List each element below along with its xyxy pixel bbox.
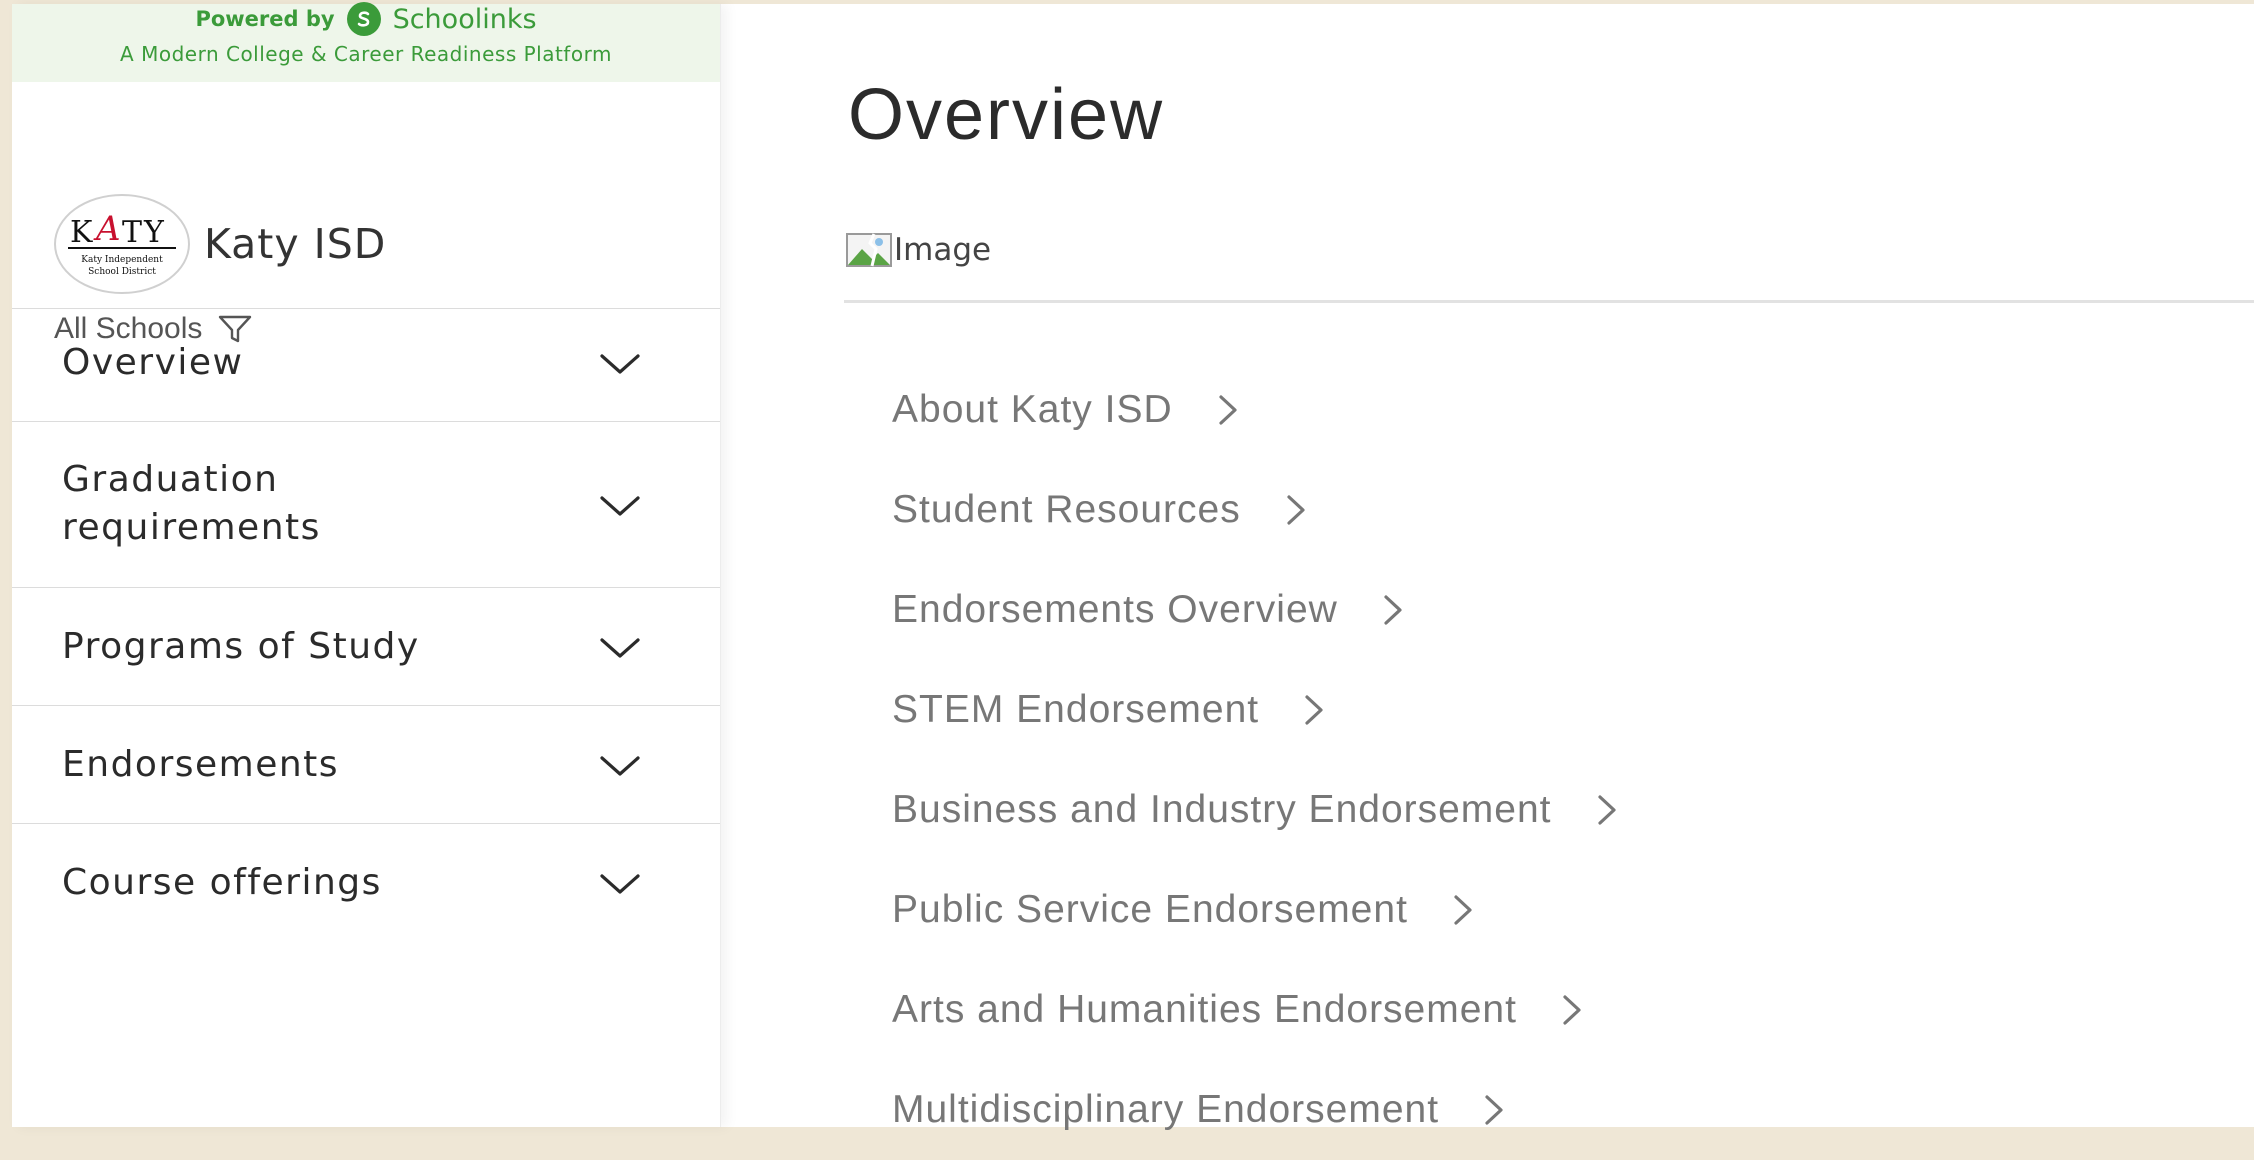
brand-name[interactable]: Schoolinks bbox=[393, 4, 537, 35]
schoolinks-logo-icon bbox=[346, 2, 381, 36]
chevron-right-icon bbox=[1287, 495, 1305, 525]
link-public-service-endorsement[interactable]: Public Service Endorsement bbox=[892, 860, 1618, 960]
link-about-katy-isd[interactable]: About Katy ISD bbox=[892, 360, 1618, 460]
chevron-right-icon bbox=[1305, 695, 1323, 725]
link-label: Multidisciplinary Endorsement bbox=[892, 1088, 1440, 1131]
chevron-right-icon bbox=[1454, 895, 1472, 925]
svg-text:Y: Y bbox=[143, 215, 165, 250]
sidebar-item-programs-of-study[interactable]: Programs of Study bbox=[12, 588, 720, 706]
chevron-right-icon bbox=[1384, 595, 1402, 625]
link-label: Student Resources bbox=[892, 488, 1241, 531]
brand-tagline: A Modern College & Career Readiness Plat… bbox=[120, 42, 612, 66]
logo-subtitle-1: Katy Independent bbox=[81, 255, 163, 265]
link-multidisciplinary-endorsement[interactable]: Multidisciplinary Endorsement bbox=[892, 1060, 1618, 1160]
chevron-down-icon bbox=[600, 496, 640, 516]
link-endorsements-overview[interactable]: Endorsements Overview bbox=[892, 560, 1618, 660]
sidebar-item-endorsements[interactable]: Endorsements bbox=[12, 706, 720, 824]
sidebar-item-label: Programs of Study bbox=[62, 626, 420, 667]
broken-image-alt-text: Image bbox=[894, 232, 992, 268]
link-label: Business and Industry Endorsement bbox=[892, 788, 1552, 831]
sidebar: Powered by Schoolinks A Modern College &… bbox=[12, 2, 721, 1127]
sidebar-item-course-offerings[interactable]: Course offerings bbox=[12, 824, 720, 942]
district-logo[interactable]: K A T Y Katy Independent School District bbox=[54, 194, 190, 294]
link-label: About Katy ISD bbox=[892, 388, 1173, 431]
chevron-right-icon bbox=[1219, 395, 1237, 425]
link-label: Public Service Endorsement bbox=[892, 888, 1408, 931]
sidebar-item-label: Endorsements bbox=[62, 744, 340, 785]
svg-text:K: K bbox=[70, 215, 93, 250]
sidebar-item-label: Course offerings bbox=[62, 862, 382, 903]
district-header: K A T Y Katy Independent School District… bbox=[12, 82, 720, 345]
sidebar-item-overview[interactable]: Overview bbox=[12, 304, 720, 422]
svg-text:T: T bbox=[122, 215, 142, 250]
powered-by-banner: Powered by Schoolinks A Modern College &… bbox=[12, 2, 720, 82]
link-label: Endorsements Overview bbox=[892, 588, 1338, 631]
powered-by-line: Powered by Schoolinks bbox=[12, 2, 720, 36]
chevron-down-icon bbox=[600, 756, 640, 776]
svg-text:A: A bbox=[93, 209, 121, 249]
sidebar-item-label: Graduation requirements bbox=[62, 459, 321, 548]
link-label: STEM Endorsement bbox=[892, 688, 1260, 731]
link-stem-endorsement[interactable]: STEM Endorsement bbox=[892, 660, 1618, 760]
broken-image: Image bbox=[846, 232, 991, 268]
link-arts-and-humanities-endorsement[interactable]: Arts and Humanities Endorsement bbox=[892, 960, 1618, 1060]
link-student-resources[interactable]: Student Resources bbox=[892, 460, 1618, 560]
sidebar-item-graduation-requirements[interactable]: Graduation requirements bbox=[12, 422, 720, 588]
sidebar-item-label: Overview bbox=[62, 342, 244, 383]
overview-links: About Katy ISD Student Resources Endorse… bbox=[892, 360, 1618, 1160]
chevron-down-icon bbox=[600, 354, 640, 374]
chevron-down-icon bbox=[600, 874, 640, 894]
district-name: Katy ISD bbox=[204, 220, 387, 268]
link-business-and-industry-endorsement[interactable]: Business and Industry Endorsement bbox=[892, 760, 1618, 860]
logo-subtitle-2: School District bbox=[88, 267, 156, 277]
chevron-right-icon bbox=[1485, 1095, 1503, 1125]
powered-by-label: Powered by bbox=[195, 7, 335, 31]
link-label: Arts and Humanities Endorsement bbox=[892, 988, 1517, 1031]
broken-image-icon bbox=[846, 233, 892, 267]
main-content: Overview Image About Katy ISD Student Re… bbox=[720, 4, 2254, 1131]
page-title: Overview bbox=[848, 75, 1165, 155]
chevron-right-icon bbox=[1597, 795, 1616, 825]
app-frame: Powered by Schoolinks A Modern College &… bbox=[12, 2, 2254, 1131]
chevron-down-icon bbox=[600, 638, 640, 658]
chevron-right-icon bbox=[1563, 995, 1581, 1025]
sidebar-nav: Overview Graduation requirements Program… bbox=[12, 304, 720, 942]
divider bbox=[844, 300, 2254, 303]
